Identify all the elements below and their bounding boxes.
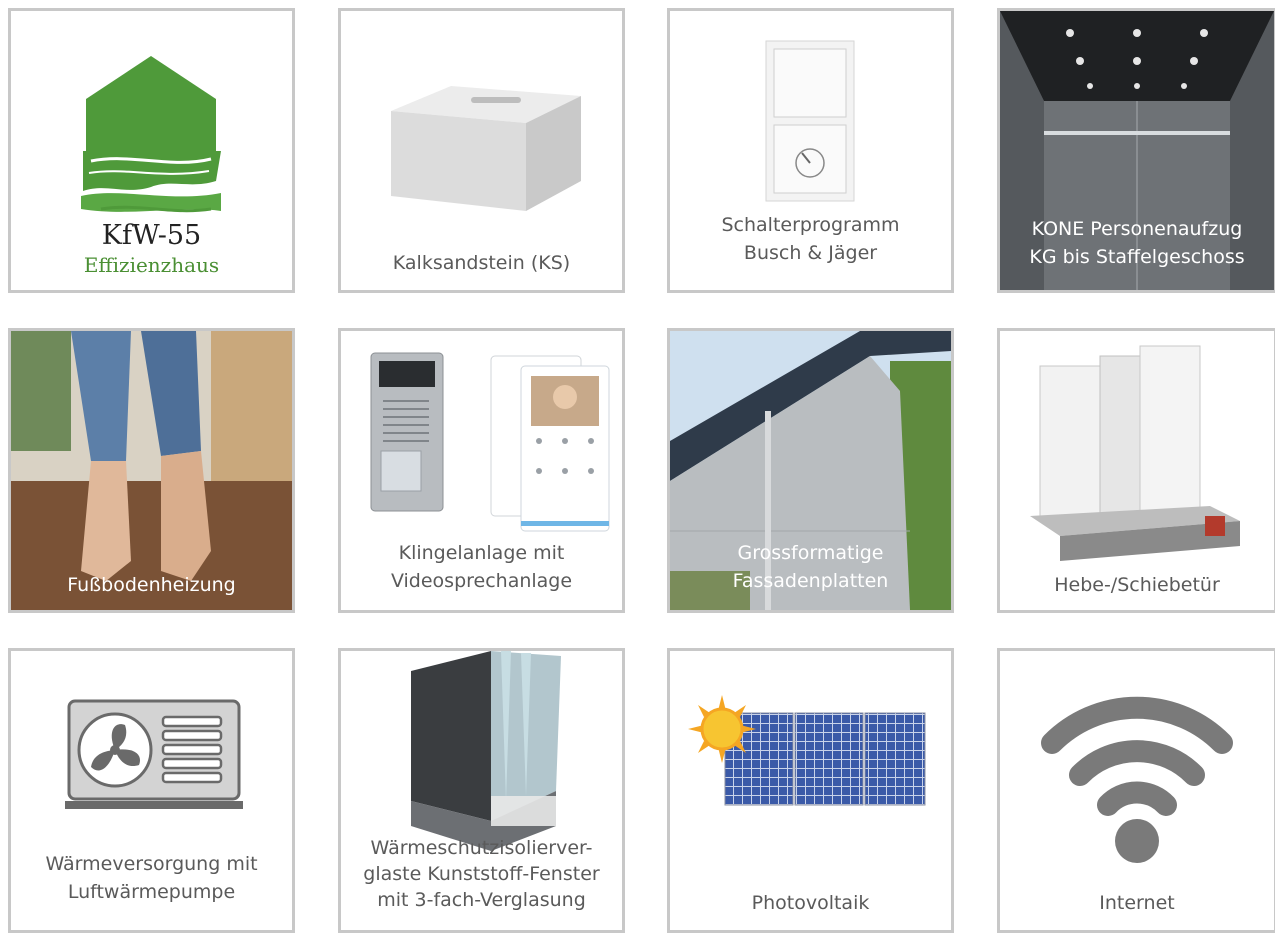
tile-caption: Grossformatige Fassadenplatten bbox=[732, 542, 889, 592]
tile-hebe-schiebetuer[interactable]: Hebe-/Schiebetür bbox=[997, 328, 1275, 613]
tile-klingelanlage[interactable]: Klingelanlage mit Videosprechanlage bbox=[338, 328, 625, 613]
tile-caption: Wärmeversorgung mit Luftwärmepumpe bbox=[45, 853, 258, 903]
sliding-door-profile-image bbox=[1030, 345, 1240, 561]
tile-caption: Fußbodenheizung bbox=[67, 574, 236, 596]
tile-caption: Kalksandstein (KS) bbox=[392, 252, 571, 274]
tile-caption: KONE Personenaufzug KG bis Staffelgescho… bbox=[1029, 218, 1245, 268]
tile-photovoltaik[interactable]: Photovoltaik bbox=[667, 648, 954, 933]
tile-schalterprogramm[interactable]: Schalterprogramm Busch & Jäger bbox=[667, 8, 954, 293]
tile-caption: Hebe-/Schiebetür bbox=[1054, 574, 1220, 596]
tile-kone-aufzug[interactable]: KONE Personenaufzug KG bis Staffelgescho… bbox=[997, 8, 1275, 293]
tile-caption: Wärmeschutzisolierver- glaste Kunststoff… bbox=[363, 837, 600, 911]
tile-fussbodenheizung[interactable]: Fußbodenheizung bbox=[8, 328, 295, 613]
tile-fenster[interactable]: Wärmeschutzisolierver- glaste Kunststoff… bbox=[338, 648, 625, 933]
tile-kfw-55[interactable]: KfW-55 Effizienzhaus bbox=[8, 8, 295, 293]
tile-caption: Internet bbox=[1099, 892, 1175, 914]
tile-internet[interactable]: Internet bbox=[997, 648, 1275, 933]
tile-caption: Photovoltaik bbox=[751, 892, 870, 914]
tile-caption: Klingelanlage mit Videosprechanlage bbox=[390, 542, 573, 592]
tile-kalksandstein[interactable]: Kalksandstein (KS) bbox=[338, 8, 625, 293]
tile-waermeversorgung[interactable]: Wärmeversorgung mit Luftwärmepumpe bbox=[8, 648, 295, 933]
tile-fassadenplatten[interactable]: Grossformatige Fassadenplatten bbox=[667, 328, 954, 613]
tile-caption: Schalterprogramm Busch & Jäger bbox=[721, 214, 900, 264]
kfw-title: KfW-55 bbox=[101, 220, 202, 251]
barefoot-floor-heating-image bbox=[11, 331, 292, 610]
kfw-subtitle: Effizienzhaus bbox=[83, 253, 220, 277]
